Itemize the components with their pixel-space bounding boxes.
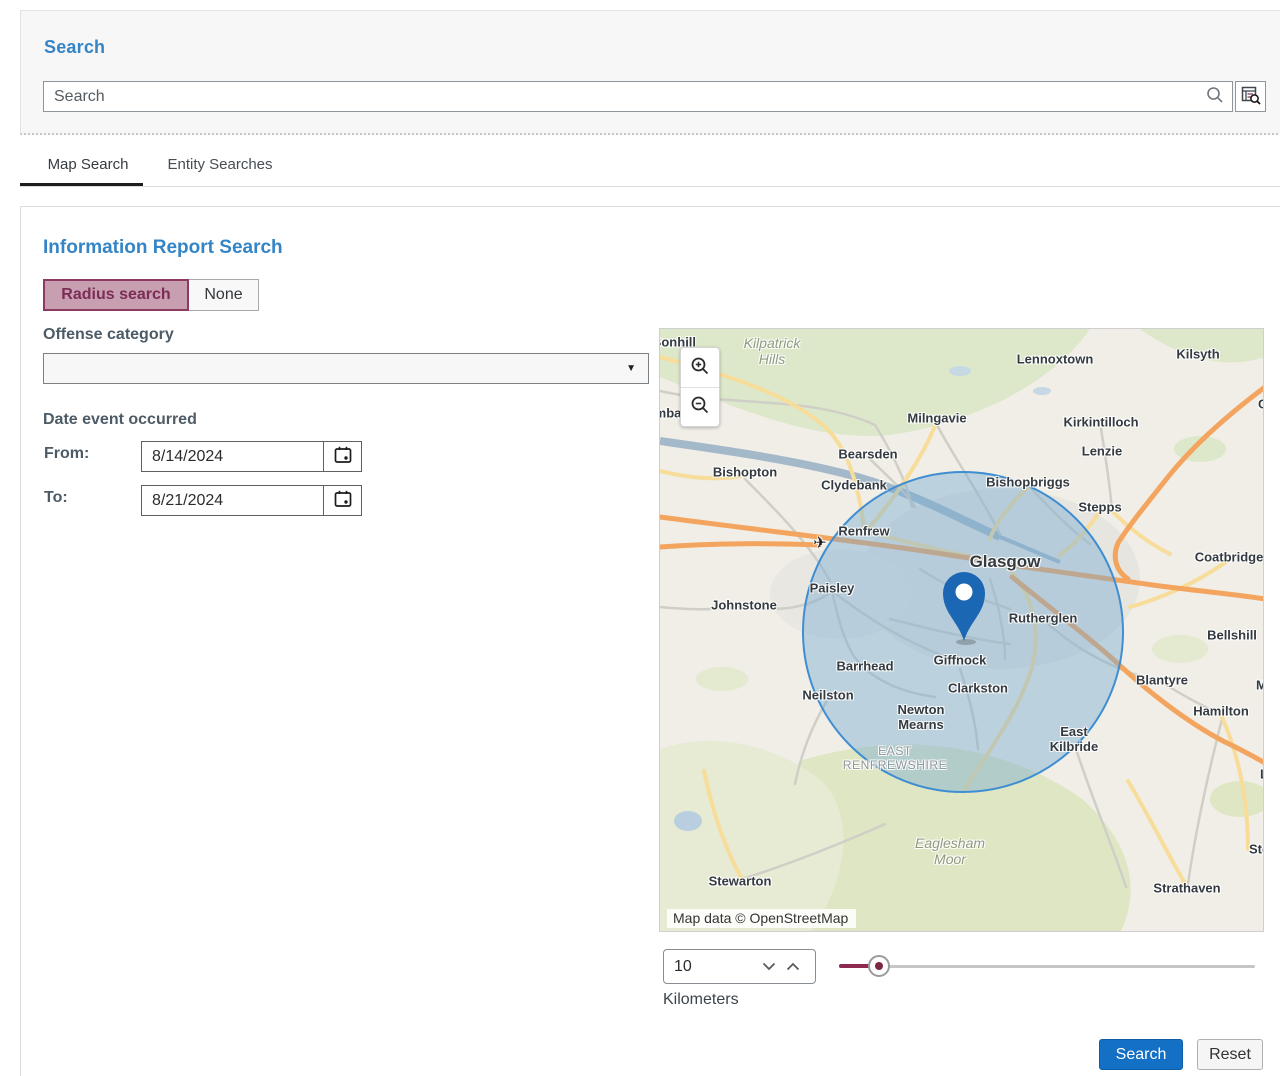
map-label: ✈ xyxy=(813,535,826,553)
from-date-input[interactable] xyxy=(142,442,323,471)
slider-thumb[interactable] xyxy=(868,955,890,977)
search-input[interactable] xyxy=(44,88,1198,106)
map-label: Bearsden xyxy=(838,448,897,463)
advanced-search-button[interactable] xyxy=(1235,81,1266,112)
table-search-icon xyxy=(1241,85,1261,108)
map-labels: BonhillKilpatrick HillsLennoxtownKilsyth… xyxy=(660,329,1264,932)
chevron-down-icon xyxy=(762,959,776,974)
map-search-panel: Information Report Search Radius search … xyxy=(20,206,1280,1076)
from-label: From: xyxy=(44,445,89,463)
map-label: Motherwell xyxy=(1256,679,1264,694)
map-label: Paisley xyxy=(810,582,855,597)
radius-decrease-button[interactable] xyxy=(757,957,781,976)
to-label: To: xyxy=(44,489,68,507)
map-label: Clarkston xyxy=(948,682,1008,697)
map-label: East Kilbride xyxy=(1050,725,1098,755)
from-date-field xyxy=(141,441,362,472)
map-canvas[interactable]: BonhillKilpatrick HillsLennoxtownKilsyth… xyxy=(659,328,1264,932)
zoom-out-button[interactable] xyxy=(681,388,719,427)
radius-value-input[interactable] xyxy=(674,958,757,976)
map-label: Clydebank xyxy=(821,479,887,494)
map-label: Bellshill xyxy=(1207,629,1257,644)
radius-value-box xyxy=(663,949,816,984)
search-card-title: Search xyxy=(44,37,105,58)
map-label: Stepps xyxy=(1078,501,1121,516)
zoom-out-icon xyxy=(689,394,711,419)
map-label: Eaglesham Moor xyxy=(915,835,985,867)
to-date-field xyxy=(141,485,362,516)
map-label: Renfrew xyxy=(838,525,889,540)
radius-increase-button[interactable] xyxy=(781,957,805,976)
map-label: Larkhall xyxy=(1260,768,1264,783)
active-tab-underline xyxy=(20,183,143,186)
radius-search-toggle[interactable]: Radius search xyxy=(43,279,189,311)
map-label: Cumbernauld xyxy=(1258,398,1264,413)
search-input-wrap xyxy=(43,81,1233,112)
reset-button[interactable]: Reset xyxy=(1197,1039,1263,1070)
tab-bar: Map Search Entity Searches xyxy=(20,150,1280,187)
map-label: Johnstone xyxy=(711,599,777,614)
zoom-in-icon xyxy=(689,355,711,380)
map-label: Stewarton xyxy=(709,875,772,890)
map-label: Coatbridge xyxy=(1195,551,1264,566)
map-label: Barrhead xyxy=(836,660,893,675)
map-label: Milngavie xyxy=(907,412,966,427)
from-calendar-button[interactable] xyxy=(323,442,361,471)
search-mode-toggle: Radius search None xyxy=(43,279,259,311)
chevron-down-icon: ▼ xyxy=(626,363,636,374)
map-label: Stonehouse xyxy=(1249,843,1264,858)
map-label: Lennoxtown xyxy=(1017,353,1094,368)
map-attribution-link[interactable]: Map data © OpenStreetMap xyxy=(667,909,856,928)
radius-slider[interactable] xyxy=(839,951,1255,981)
search-icon xyxy=(1205,85,1225,108)
chevron-up-icon xyxy=(786,959,800,974)
map-label: Newton Mearns xyxy=(898,703,945,733)
calendar-icon xyxy=(333,445,353,468)
map-label: Giffnock xyxy=(934,654,987,669)
map-label: Kirkintilloch xyxy=(1063,416,1138,431)
radius-unit-label: Kilometers xyxy=(663,991,739,1009)
offense-category-select[interactable]: ▼ xyxy=(43,353,649,384)
slider-track[interactable] xyxy=(839,965,1255,968)
search-submit-button[interactable] xyxy=(1198,82,1232,111)
map-label: Hamilton xyxy=(1193,705,1249,720)
search-card: Search xyxy=(20,10,1280,135)
map-label: Glasgow xyxy=(970,552,1041,572)
date-section-label: Date event occurred xyxy=(43,411,197,429)
map-label: Lenzie xyxy=(1082,445,1122,460)
slider-thumb-dot xyxy=(875,962,883,970)
report-search-title: Information Report Search xyxy=(43,237,283,259)
map-label: Neilston xyxy=(802,689,853,704)
map-label: EAST RENFREWSHIRE xyxy=(843,745,948,773)
tab-entity-searches[interactable]: Entity Searches xyxy=(160,156,280,173)
map-label: Kilsyth xyxy=(1176,348,1219,363)
map-label: Kilpatrick Hills xyxy=(744,335,801,367)
map-label: Strathaven xyxy=(1153,882,1220,897)
zoom-in-button[interactable] xyxy=(681,348,719,388)
tab-map-search[interactable]: Map Search xyxy=(33,156,143,173)
map-label: Bishopton xyxy=(713,466,777,481)
map-label: Bishopbriggs xyxy=(986,476,1070,491)
map-label: Blantyre xyxy=(1136,674,1188,689)
none-toggle[interactable]: None xyxy=(189,279,259,311)
calendar-icon xyxy=(333,489,353,512)
map-label: Rutherglen xyxy=(1009,612,1078,627)
search-button[interactable]: Search xyxy=(1099,1039,1183,1070)
map-zoom-control xyxy=(680,347,720,427)
to-date-input[interactable] xyxy=(142,486,323,515)
to-calendar-button[interactable] xyxy=(323,486,361,515)
offense-category-label: Offense category xyxy=(43,326,174,344)
